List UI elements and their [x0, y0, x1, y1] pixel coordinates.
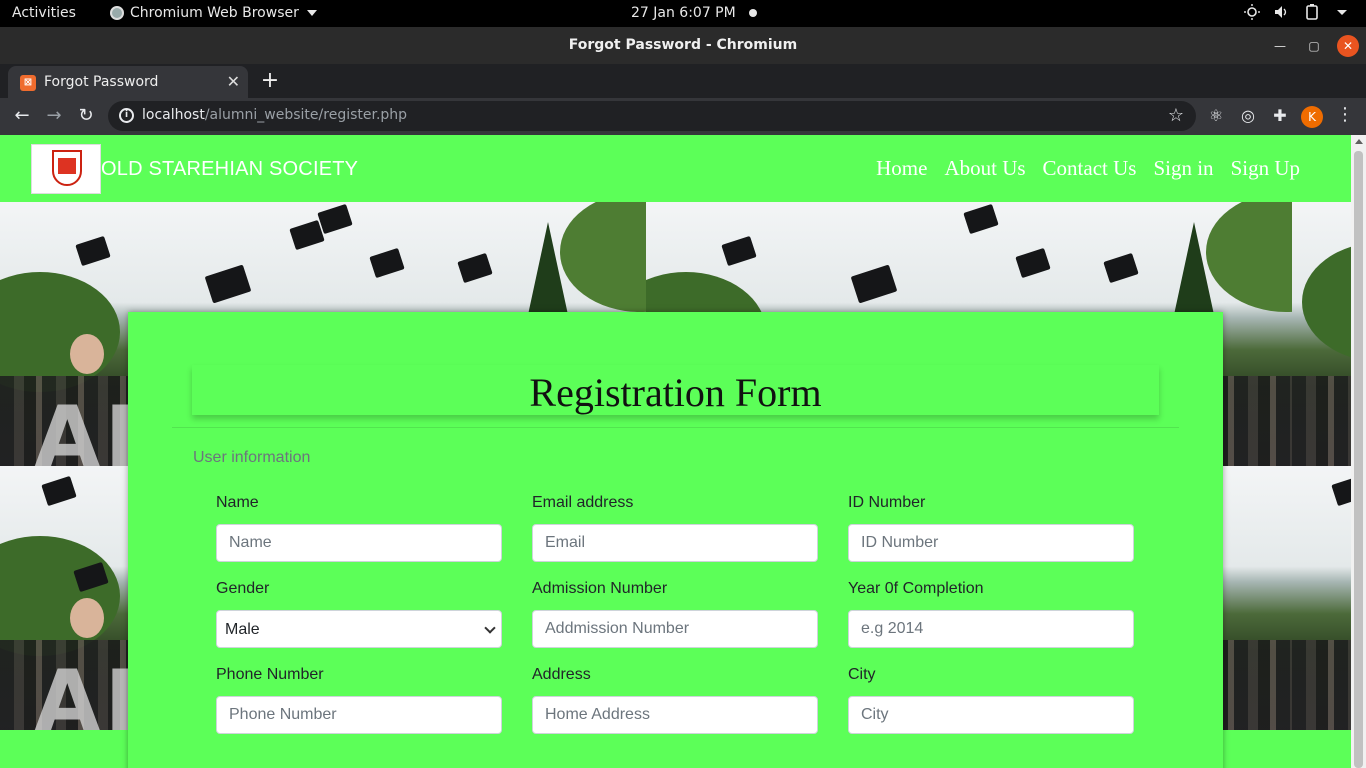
nav-home[interactable]: Home — [876, 156, 927, 181]
system-tray[interactable] — [1244, 4, 1350, 20]
maximize-button[interactable]: ▢ — [1303, 35, 1325, 57]
xampp-favicon-icon: ⊠ — [20, 75, 36, 91]
gender-select[interactable]: Male — [216, 610, 502, 648]
window-title: Forgot Password - Chromium — [568, 37, 798, 53]
nav-about-us[interactable]: About Us — [944, 156, 1025, 181]
divider — [172, 427, 1179, 428]
chevron-down-icon — [306, 10, 317, 16]
more-menu-icon[interactable]: ⋮ — [1336, 104, 1354, 125]
bookmark-star-icon[interactable]: ☆ — [1168, 105, 1184, 126]
id-number-input[interactable] — [848, 524, 1134, 562]
site-nav-links: Home About Us Contact Us Sign in Sign Up — [876, 156, 1300, 181]
nav-sign-up[interactable]: Sign Up — [1231, 156, 1300, 181]
completion-year-label: Year 0f Completion — [848, 580, 984, 597]
minimize-button[interactable]: — — [1269, 35, 1291, 57]
site-navbar: OLD STAREHIAN SOCIETY Home About Us Cont… — [0, 135, 1351, 202]
system-top-bar: Activities Chromium Web Browser 27 Jan 6… — [0, 0, 1366, 27]
app-menu-label: Chromium Web Browser — [130, 5, 299, 21]
scrollbar-thumb[interactable] — [1354, 151, 1363, 768]
completion-year-input[interactable] — [848, 610, 1134, 648]
browser-toolbar: ← → ↻ i localhost/alumni_website/registe… — [0, 98, 1366, 135]
url-text[interactable]: localhost/alumni_website/register.php — [142, 107, 407, 123]
graduation-photo — [1292, 466, 1351, 730]
nav-sign-in[interactable]: Sign in — [1153, 156, 1213, 181]
address-input[interactable] — [532, 696, 818, 734]
close-window-button[interactable]: ✕ — [1337, 35, 1359, 57]
page-scrollbar[interactable] — [1351, 135, 1366, 768]
window-title-bar: Forgot Password - Chromium — ▢ ✕ — [0, 27, 1366, 64]
phone-input[interactable] — [216, 696, 502, 734]
email-input[interactable] — [532, 524, 818, 562]
city-label: City — [848, 666, 876, 683]
forward-button[interactable]: → — [42, 104, 66, 128]
email-label: Email address — [532, 494, 634, 511]
tab-label: Forgot Password — [44, 74, 159, 90]
volume-icon[interactable] — [1274, 4, 1290, 20]
gender-label: Gender — [216, 580, 270, 597]
profile-avatar[interactable]: K — [1301, 106, 1323, 128]
nav-contact-us[interactable]: Contact Us — [1043, 156, 1137, 181]
app-menu[interactable]: Chromium Web Browser — [110, 5, 317, 21]
gender-select-wrapper[interactable]: Male — [216, 610, 502, 648]
back-button[interactable]: ← — [10, 104, 34, 128]
name-label: Name — [216, 494, 259, 511]
activities-button[interactable]: Activities — [12, 5, 76, 21]
close-icon[interactable]: ✕ — [227, 72, 240, 91]
phone-label: Phone Number — [216, 666, 324, 683]
scroll-up-icon[interactable] — [1355, 139, 1363, 144]
site-brand[interactable]: OLD STAREHIAN SOCIETY — [101, 158, 358, 181]
address-label: Address — [532, 666, 591, 683]
chevron-down-icon[interactable] — [1334, 4, 1350, 20]
address-bar[interactable]: i localhost/alumni_website/register.php … — [108, 101, 1196, 131]
graduation-photo — [1292, 202, 1351, 466]
form-title: Registration Form — [529, 370, 822, 415]
clock[interactable]: 27 Jan 6:07 PM — [631, 5, 736, 21]
chromium-icon — [110, 6, 124, 20]
crest-icon — [52, 150, 82, 186]
react-devtools-icon[interactable]: ⚛ — [1206, 106, 1226, 126]
admission-number-input[interactable] — [532, 610, 818, 648]
form-header: Registration Form — [192, 365, 1159, 415]
reload-button[interactable]: ↻ — [74, 104, 98, 128]
extension-target-icon[interactable]: ◎ — [1238, 106, 1258, 126]
info-icon[interactable]: i — [119, 108, 134, 123]
admission-number-label: Admission Number — [532, 580, 668, 597]
city-input[interactable] — [848, 696, 1134, 734]
tab-strip: ⊠ Forgot Password ✕ + — [0, 64, 1366, 98]
brightness-icon[interactable] — [1244, 4, 1260, 20]
registration-card: Registration Form User information Name … — [128, 312, 1223, 768]
page-viewport: OLD STAREHIAN SOCIETY Home About Us Cont… — [0, 135, 1351, 768]
new-tab-button[interactable]: + — [258, 68, 282, 93]
battery-icon[interactable] — [1304, 4, 1320, 20]
tab-forgot-password[interactable]: ⊠ Forgot Password ✕ — [8, 66, 248, 98]
extensions-puzzle-icon[interactable]: ✚ — [1270, 106, 1290, 126]
section-heading: User information — [193, 449, 311, 466]
id-number-label: ID Number — [848, 494, 926, 511]
notification-dot-icon — [749, 9, 757, 17]
name-input[interactable] — [216, 524, 502, 562]
society-logo[interactable] — [31, 144, 101, 194]
